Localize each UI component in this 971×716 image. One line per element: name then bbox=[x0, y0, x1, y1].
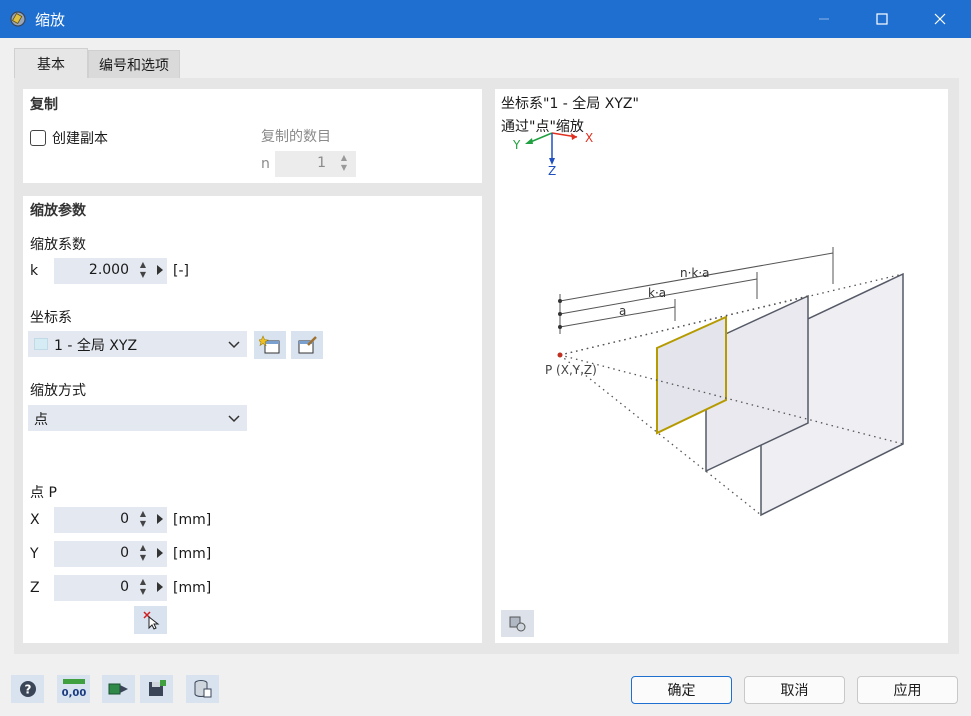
dimension-ka-label: k·a bbox=[648, 286, 666, 300]
window-title: 缩放 bbox=[35, 11, 66, 29]
axis-y-label: Y bbox=[512, 138, 521, 152]
k-unit: [-] bbox=[173, 263, 189, 279]
maximize-icon bbox=[876, 13, 888, 25]
coordinate-system-color-swatch bbox=[34, 338, 48, 350]
tab-basic[interactable]: 基本 bbox=[14, 48, 88, 78]
help-button[interactable]: ? bbox=[11, 675, 44, 703]
coordinate-system-select[interactable]: 1 - 全局 XYZ bbox=[28, 331, 247, 357]
maximize-button[interactable] bbox=[853, 0, 911, 38]
scale-parameters-panel: 缩放参数 缩放系数 k 2.000 ▲ ▼ [-] 坐标系 1 - 全局 XYZ … bbox=[23, 196, 482, 643]
x-value: 0 bbox=[120, 511, 129, 527]
k-input[interactable]: 2.000 ▲ ▼ bbox=[54, 258, 167, 284]
edit-coordinate-system-icon bbox=[298, 336, 317, 354]
svg-text:?: ? bbox=[24, 683, 31, 697]
scale-method-value: 点 bbox=[34, 412, 48, 428]
new-coordinate-system-icon bbox=[259, 335, 280, 354]
scale-method-label: 缩放方式 bbox=[30, 383, 86, 399]
n-label: n bbox=[261, 156, 270, 172]
point-p-diagram-label: P (X,Y,Z) bbox=[545, 363, 597, 377]
coordinate-system-label: 坐标系 bbox=[30, 310, 72, 326]
cancel-button[interactable]: 取消 bbox=[744, 676, 845, 704]
z-stepper-icon[interactable]: ▲ ▼ bbox=[137, 577, 149, 599]
copy-section-title: 复制 bbox=[30, 97, 58, 113]
scale-factor-label: 缩放系数 bbox=[30, 237, 86, 253]
scale-section-title: 缩放参数 bbox=[30, 203, 86, 219]
minimize-button[interactable] bbox=[795, 0, 853, 38]
copy-count-label: 复制的数目 bbox=[261, 129, 331, 145]
y-label: Y bbox=[30, 546, 39, 562]
new-coordinate-system-button[interactable] bbox=[254, 331, 286, 359]
z-unit: [mm] bbox=[173, 580, 212, 596]
x-unit: [mm] bbox=[173, 512, 212, 528]
k-value: 2.000 bbox=[88, 262, 129, 278]
database-button[interactable] bbox=[186, 675, 219, 703]
export-arrow-icon bbox=[108, 683, 128, 695]
preview-options-button[interactable] bbox=[501, 610, 534, 637]
axis-triad bbox=[525, 132, 578, 165]
x-label: X bbox=[30, 512, 40, 528]
z-menu-arrow-icon[interactable] bbox=[157, 582, 163, 592]
copy-count-input[interactable]: 1 ▲ ▼ bbox=[275, 151, 356, 177]
create-copy-checkbox[interactable] bbox=[30, 130, 46, 146]
preview-panel: 坐标系"1 - 全局 XYZ" 通过"点"缩放 X Y Z n·k·a k·a … bbox=[495, 89, 948, 643]
pick-point-cursor-icon bbox=[142, 611, 159, 630]
scale-point-marker bbox=[557, 352, 563, 358]
svg-text:0,00: 0,00 bbox=[61, 688, 86, 699]
scale-app-icon bbox=[10, 11, 26, 27]
ok-button[interactable]: 确定 bbox=[631, 676, 732, 704]
decimal-places-icon: 0,00 bbox=[61, 679, 86, 699]
dimension-nka-label: n·k·a bbox=[680, 266, 710, 280]
z-input[interactable]: 0 ▲ ▼ bbox=[54, 575, 167, 601]
title-bar: 缩放 bbox=[0, 0, 971, 38]
close-button[interactable] bbox=[911, 0, 969, 38]
save-settings-button[interactable] bbox=[140, 675, 173, 703]
chevron-down-icon bbox=[228, 415, 240, 423]
x-stepper-icon[interactable]: ▲ ▼ bbox=[137, 509, 149, 531]
tab-numbering-options[interactable]: 编号和选项 bbox=[88, 50, 180, 78]
z-value: 0 bbox=[120, 579, 129, 595]
x-menu-arrow-icon[interactable] bbox=[157, 514, 163, 524]
scale-method-select[interactable]: 点 bbox=[28, 405, 247, 431]
k-menu-arrow-icon[interactable] bbox=[157, 265, 163, 275]
minimize-icon bbox=[819, 18, 829, 20]
y-unit: [mm] bbox=[173, 546, 212, 562]
point-p-label: 点 P bbox=[30, 485, 57, 501]
z-label: Z bbox=[30, 580, 40, 596]
y-value: 0 bbox=[120, 545, 129, 561]
x-input[interactable]: 0 ▲ ▼ bbox=[54, 507, 167, 533]
decimal-places-button[interactable]: 0,00 bbox=[57, 675, 90, 703]
pick-point-button[interactable] bbox=[134, 606, 167, 634]
help-icon: ? bbox=[19, 681, 36, 697]
copy-count-stepper-icon[interactable]: ▲ ▼ bbox=[338, 153, 350, 175]
y-stepper-icon[interactable]: ▲ ▼ bbox=[137, 543, 149, 565]
chevron-down-icon bbox=[228, 341, 240, 349]
create-copy-label: 创建副本 bbox=[52, 131, 108, 147]
y-menu-arrow-icon[interactable] bbox=[157, 548, 163, 558]
coordinate-system-value: 1 - 全局 XYZ bbox=[54, 338, 138, 354]
k-label: k bbox=[30, 263, 39, 279]
close-icon bbox=[934, 13, 946, 25]
copy-panel: 复制 创建副本 复制的数目 n 1 ▲ ▼ bbox=[23, 89, 482, 183]
view-settings-icon bbox=[509, 616, 525, 631]
k-stepper-icon[interactable]: ▲ ▼ bbox=[137, 260, 149, 282]
axis-x-label: X bbox=[585, 131, 593, 145]
scale-diagram: X Y Z n·k·a k·a a P (X,Y,Z) bbox=[512, 131, 904, 517]
edit-coordinate-system-button[interactable] bbox=[291, 331, 323, 359]
copy-count-value: 1 bbox=[317, 155, 326, 171]
dimension-a-label: a bbox=[619, 304, 626, 318]
database-icon bbox=[194, 680, 211, 698]
y-input[interactable]: 0 ▲ ▼ bbox=[54, 541, 167, 567]
apply-button[interactable]: 应用 bbox=[857, 676, 958, 704]
export-button[interactable] bbox=[102, 675, 135, 703]
axis-z-label: Z bbox=[548, 164, 556, 178]
save-disk-icon bbox=[148, 680, 166, 696]
